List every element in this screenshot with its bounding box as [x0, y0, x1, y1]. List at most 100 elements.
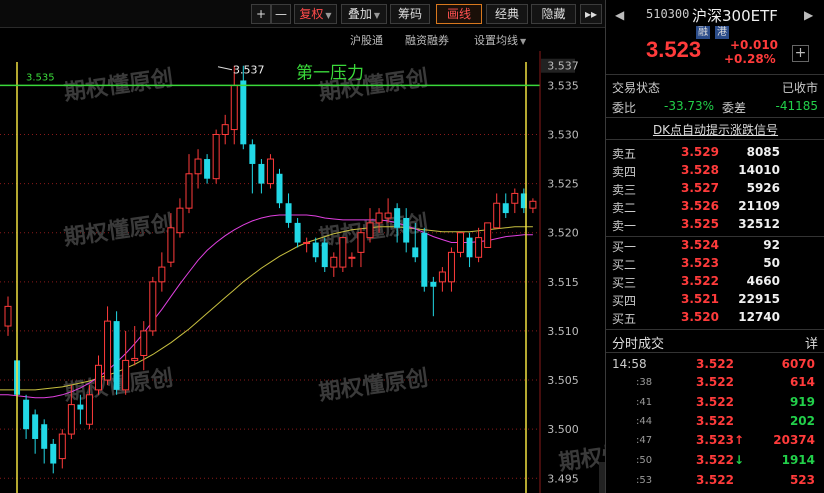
candle-body: [438, 271, 446, 283]
chevron-down-icon: ▼: [373, 11, 381, 20]
trade-status-label: 交易状态: [612, 81, 661, 95]
y-tick-label: 3.520: [547, 227, 579, 240]
tick-volume: 202: [789, 414, 815, 428]
expand-icon[interactable]: ▸▸: [580, 4, 602, 24]
bid-row: 买二 3.523 50: [606, 256, 824, 274]
candle-body: [32, 414, 39, 439]
order-diff-value: -41185: [775, 99, 818, 113]
arrow-down-icon: ↓: [734, 453, 745, 467]
tick-time: :41: [636, 397, 653, 408]
candle-body: [412, 247, 419, 258]
candle-body: [230, 84, 238, 131]
classic-view-button[interactable]: 经典: [486, 4, 528, 24]
tick-row: 14:58 3.522 6070: [606, 357, 824, 375]
candle-body: [330, 256, 338, 268]
y-tick-label: 3.495: [547, 472, 579, 485]
ask-price: 3.528: [681, 163, 719, 177]
order-ratio-value: -33.73%: [664, 99, 715, 113]
candle: [4, 296, 12, 336]
candle: [212, 129, 220, 184]
candle-body: [185, 173, 193, 209]
candle: [185, 154, 193, 214]
tick-price: 3.523: [696, 433, 734, 447]
candle: [339, 237, 347, 272]
candle-body: [50, 443, 57, 464]
divider: [606, 139, 824, 140]
candle-body: [357, 232, 365, 253]
candle: [357, 227, 365, 268]
candle: [249, 139, 256, 194]
zoom-in-button[interactable]: +: [251, 4, 271, 24]
candle: [529, 198, 537, 214]
candle-body: [394, 208, 401, 228]
tick-volume: 614: [789, 375, 815, 389]
candle-body: [403, 217, 410, 243]
tick-row: :38 3.522 614: [606, 375, 824, 393]
candlestick-chart[interactable]: 期权懂原创期权懂原创期权懂原创期权懂原创期权懂原创期权懂原创期权懂原创 3.53…: [0, 0, 605, 493]
bid-row: 买四 3.521 22915: [606, 292, 824, 310]
candle: [32, 409, 39, 454]
chevron-down-icon: ▼: [520, 37, 527, 46]
bid-volume: 22915: [738, 292, 780, 306]
ask-label: 卖二: [612, 201, 637, 215]
margin-trading-link[interactable]: 融资融券: [405, 32, 449, 48]
tick-price: 3.522: [696, 453, 734, 467]
candle-body: [240, 80, 247, 145]
candle: [294, 217, 301, 248]
moving-average-settings[interactable]: 设置均线 ▼: [474, 32, 526, 48]
candle-body: [266, 158, 274, 185]
candle: [366, 208, 374, 243]
quote-panel: ◀ 510300 沪深300ETF ▶ 融 港 3.523 +0.010 +0.…: [605, 0, 824, 493]
bid-row: 买三 3.522 4660: [606, 274, 824, 292]
candle: [240, 65, 247, 150]
tick-time: :44: [636, 416, 653, 427]
candle-body: [167, 227, 175, 263]
candle: [104, 306, 112, 385]
order-diff-label: 委差: [722, 101, 747, 115]
y-tick-label: 3.505: [547, 374, 579, 387]
watermark-text: 期权懂原创: [557, 435, 605, 476]
chip-distribution-button[interactable]: 筹码: [390, 4, 430, 24]
ask-row: 卖二 3.526 21109: [606, 199, 824, 217]
candle: [194, 149, 202, 189]
hugutong-link[interactable]: 沪股通: [350, 32, 383, 48]
y-tick-label: 3.500: [547, 423, 579, 436]
tick-trades-title: 分时成交: [612, 337, 665, 352]
next-stock-icon[interactable]: ▶: [804, 8, 813, 22]
ask-label: 卖三: [612, 183, 637, 197]
dk-signal-link[interactable]: DK点自动提示涨跌信号: [606, 121, 824, 138]
ask-volume: 5926: [746, 181, 780, 195]
watermark-text: 期权懂原创: [317, 365, 430, 406]
candle-body: [23, 399, 30, 430]
tick-detail-button[interactable]: 详: [805, 333, 818, 352]
prev-stock-icon[interactable]: ◀: [615, 8, 624, 22]
stock-name: 沪深300ETF: [692, 7, 778, 25]
candle-body: [421, 232, 428, 287]
bid-label: 买四: [612, 294, 637, 308]
add-watchlist-button[interactable]: +: [792, 45, 809, 62]
draw-line-button[interactable]: 画线: [436, 4, 482, 24]
tick-time: :50: [636, 455, 653, 466]
adjust-price-dropdown[interactable]: 复权 ▼: [294, 4, 337, 24]
candle-body: [4, 305, 12, 327]
ask-price: 3.526: [681, 199, 719, 213]
candle: [113, 311, 120, 395]
tick-row: :47 3.523 ↑ 20374: [606, 433, 824, 451]
order-ratio-label: 委比: [612, 101, 637, 115]
trade-status-value: 已收市: [781, 81, 818, 95]
candle: [285, 193, 292, 228]
tick-volume: 6070: [781, 357, 815, 371]
candle: [140, 321, 148, 371]
candle-body: [285, 203, 292, 223]
high-marker-arrow: [217, 66, 233, 71]
candle-body: [67, 404, 75, 435]
zoom-out-button[interactable]: —: [271, 4, 291, 24]
tick-row: :53 3.522 523: [606, 473, 824, 491]
ask-label: 卖一: [612, 219, 637, 233]
hide-button[interactable]: 隐藏: [531, 4, 576, 24]
candle-body: [85, 394, 93, 425]
ask-volume: 8085: [746, 145, 780, 159]
overlay-dropdown[interactable]: 叠加 ▼: [341, 4, 387, 24]
bid-label: 买二: [612, 258, 637, 272]
candle: [50, 438, 57, 474]
